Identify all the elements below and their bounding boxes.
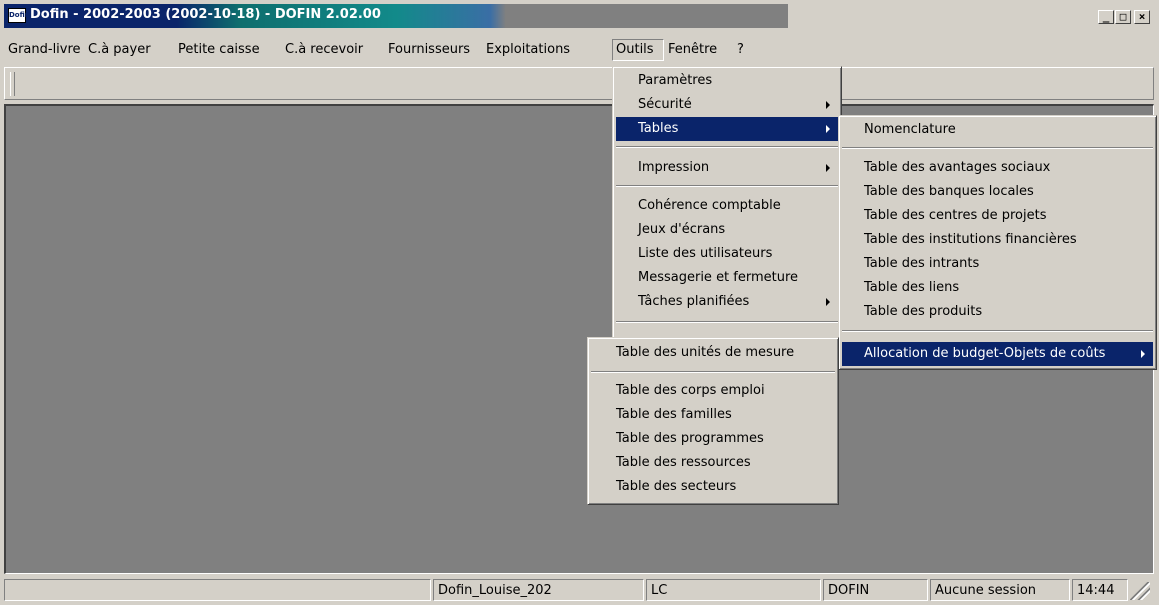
menu-item-tables[interactable]: Tables [616, 117, 838, 141]
menu-separator [616, 146, 838, 148]
menu-item-intrants[interactable]: Table des intrants [842, 252, 1153, 276]
menu-item-impression[interactable]: Impression [616, 156, 838, 180]
menu-item-label: Sécurité [638, 97, 692, 112]
menu-c-a-payer[interactable]: C.à payer [85, 39, 154, 61]
menu-item-label: Table des liens [864, 280, 960, 295]
menu-item-label: Table des banques locales [864, 184, 1034, 199]
submenu-arrow-icon [826, 298, 830, 306]
status-pane-session: Aucune session [930, 579, 1070, 601]
menu-item-coherence-comptable[interactable]: Cohérence comptable [616, 194, 838, 218]
menu-fenetre[interactable]: Fenêtre [665, 39, 720, 61]
menu-item-avantages-sociaux[interactable]: Table des avantages sociaux [842, 156, 1153, 180]
menu-item-institutions-financieres[interactable]: Table des institutions financières [842, 228, 1153, 252]
menu-item-label: Cohérence comptable [638, 198, 781, 213]
maximize-button[interactable]: □ [1115, 10, 1131, 24]
window-title: Dofin - 2002-2003 (2002-10-18) - DOFIN 2… [30, 7, 381, 22]
minimize-button[interactable]: _ [1098, 10, 1114, 24]
status-pane-user: LC [646, 579, 821, 601]
menu-separator [616, 321, 838, 323]
toolbar [4, 67, 1154, 100]
submenu-arrow-icon [826, 125, 830, 133]
menu-help[interactable]: ? [734, 39, 747, 61]
menu-c-a-recevoir[interactable]: C.à recevoir [282, 39, 366, 61]
menu-item-label: Liste des utilisateurs [638, 246, 773, 261]
menu-item-jeux-ecrans[interactable]: Jeux d'écrans [616, 218, 838, 242]
menu-item-label: Table des secteurs [616, 479, 737, 494]
menu-item-programmes[interactable]: Table des programmes [591, 427, 835, 451]
menu-item-nomenclature[interactable]: Nomenclature [842, 118, 1153, 142]
menu-grand-livre[interactable]: Grand-livre [5, 39, 84, 61]
menu-item-label: Table des familles [616, 407, 732, 422]
menu-item-label: Allocation de budget-Objets de coûts [864, 346, 1106, 361]
status-pane-message [4, 579, 431, 601]
outils-menu: Paramètres Sécurité Tables Impression Co… [612, 66, 842, 343]
menu-item-allocation-budget[interactable]: Allocation de budget-Objets de coûts [842, 342, 1153, 366]
menu-item-label: Table des ressources [616, 455, 751, 470]
resize-grip[interactable] [1130, 582, 1150, 600]
menu-item-liens[interactable]: Table des liens [842, 276, 1153, 300]
submenu-arrow-icon [826, 101, 830, 109]
menu-separator [842, 147, 1153, 149]
menu-petite-caisse[interactable]: Petite caisse [175, 39, 263, 61]
menu-item-label: Tables [638, 121, 679, 136]
menu-separator [616, 185, 838, 187]
menu-item-corps-emploi[interactable]: Table des corps emploi [591, 379, 835, 403]
menu-item-centres-projets[interactable]: Table des centres de projets [842, 204, 1153, 228]
menu-item-label: Table des institutions financières [864, 232, 1077, 247]
menu-item-label: Paramètres [638, 73, 713, 88]
status-pane-system: DOFIN [823, 579, 928, 601]
menu-item-label: Jeux d'écrans [638, 222, 726, 237]
menu-fournisseurs[interactable]: Fournisseurs [385, 39, 473, 61]
menu-item-secteurs[interactable]: Table des secteurs [591, 475, 835, 499]
toolbar-grip[interactable] [10, 72, 15, 96]
menu-item-label: Table des unités de mesure [616, 345, 795, 360]
menu-item-unites-mesure[interactable]: Table des unités de mesure [591, 341, 835, 365]
close-button[interactable]: × [1134, 10, 1150, 24]
menu-item-securite[interactable]: Sécurité [616, 93, 838, 117]
menu-item-liste-utilisateurs[interactable]: Liste des utilisateurs [616, 242, 838, 266]
app-icon[interactable]: Dofin [8, 8, 30, 23]
allocation-submenu: Table des unités de mesure Table des cor… [587, 337, 839, 505]
menu-item-produits[interactable]: Table des produits [842, 300, 1153, 324]
menu-exploitations[interactable]: Exploitations [483, 39, 573, 61]
menu-item-label: Table des intrants [864, 256, 980, 271]
tables-submenu: Nomenclature Table des avantages sociaux… [838, 115, 1157, 370]
menu-item-label: Messagerie et fermeture [638, 270, 799, 285]
menu-item-parametres[interactable]: Paramètres [616, 69, 838, 93]
menu-item-label: Tâches planifiées [638, 294, 750, 309]
status-pane-time: 14:44 [1072, 579, 1128, 601]
menu-bar: Grand-livre C.à payer Petite caisse C.à … [4, 39, 1154, 61]
menu-item-label: Table des programmes [616, 431, 764, 446]
menu-item-label: Table des avantages sociaux [864, 160, 1051, 175]
status-pane-database: Dofin_Louise_202 [433, 579, 644, 601]
menu-item-familles[interactable]: Table des familles [591, 403, 835, 427]
menu-item-taches-planifiees[interactable]: Tâches planifiées [616, 290, 838, 314]
menu-item-label: Nomenclature [864, 122, 956, 137]
menu-item-banques-locales[interactable]: Table des banques locales [842, 180, 1153, 204]
menu-item-messagerie-fermeture[interactable]: Messagerie et fermeture [616, 266, 838, 290]
menu-item-label: Table des produits [864, 304, 983, 319]
submenu-arrow-icon [826, 164, 830, 172]
title-bar[interactable]: Dofin Dofin - 2002-2003 (2002-10-18) - D… [4, 4, 1154, 28]
menu-item-label: Table des centres de projets [864, 208, 1047, 223]
submenu-arrow-icon [1141, 350, 1145, 358]
menu-item-label: Table des corps emploi [616, 383, 765, 398]
menu-separator [842, 330, 1153, 332]
menu-outils[interactable]: Outils [612, 39, 664, 61]
menu-item-ressources[interactable]: Table des ressources [591, 451, 835, 475]
menu-item-label: Impression [638, 160, 710, 175]
menu-separator [591, 371, 835, 373]
